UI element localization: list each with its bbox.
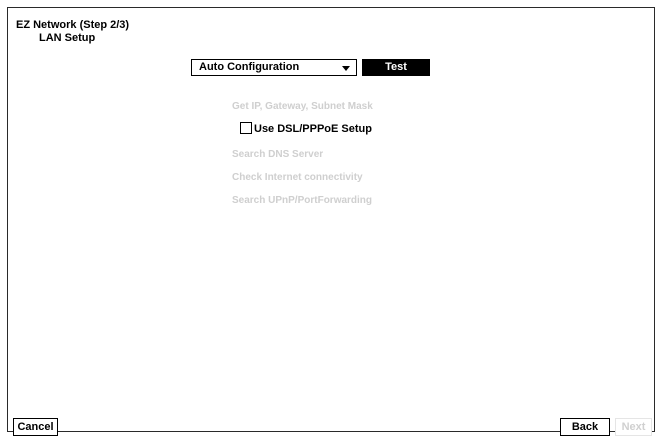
dsl-pppoe-label: Use DSL/PPPoE Setup	[254, 123, 372, 135]
configuration-mode-value: Auto Configuration	[199, 61, 300, 73]
cancel-button[interactable]: Cancel	[13, 418, 58, 436]
step-get-ip: Get IP, Gateway, Subnet Mask	[232, 101, 373, 112]
step-search-upnp: Search UPnP/PortForwarding	[232, 195, 373, 206]
step-search-dns: Search DNS Server	[232, 149, 324, 160]
page-subtitle: LAN Setup	[39, 32, 96, 44]
dropdown-arrow-icon	[342, 66, 350, 71]
dsl-pppoe-checkbox[interactable]	[240, 122, 252, 134]
test-button[interactable]: Test	[362, 59, 430, 76]
step-check-internet: Check Internet connectivity	[232, 172, 363, 183]
next-button[interactable]: Next	[615, 418, 652, 436]
back-button[interactable]: Back	[560, 418, 610, 436]
configuration-mode-dropdown[interactable]: Auto Configuration	[191, 59, 357, 76]
wizard-title: EZ Network (Step 2/3)	[16, 19, 130, 31]
dsl-pppoe-option[interactable]: Use DSL/PPPoE Setup	[240, 122, 372, 136]
